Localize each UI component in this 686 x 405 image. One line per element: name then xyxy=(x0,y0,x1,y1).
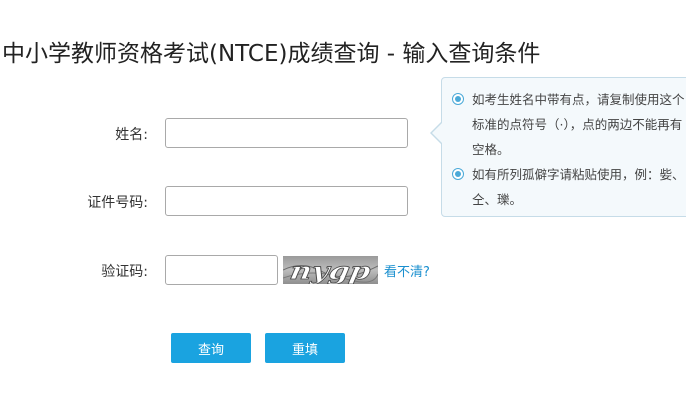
radio-dot-icon xyxy=(452,93,464,105)
id-number-label: 证件号码: xyxy=(87,195,148,211)
captcha-image[interactable]: nygp xyxy=(283,256,378,284)
name-input[interactable] xyxy=(165,118,408,148)
tip-arrow-inner xyxy=(432,123,442,143)
reset-button[interactable]: 重填 xyxy=(265,333,345,363)
tip-text: 如考生姓名中带有点，请复制使用这个标准的点符号（·），点的两边不能再有空格。 xyxy=(472,92,685,157)
captcha-input[interactable] xyxy=(165,255,278,285)
tip-text: 如有所列孤僻字请粘贴使用，例：姕、仝、瓅。 xyxy=(472,167,685,207)
radio-dot-icon xyxy=(452,168,464,180)
tip-item: 如有所列孤僻字请粘贴使用，例：姕、仝、瓅。 xyxy=(452,162,686,212)
svg-text:nygp: nygp xyxy=(288,256,373,284)
name-label: 姓名: xyxy=(115,127,148,143)
captcha-label: 验证码: xyxy=(101,264,148,280)
query-button[interactable]: 查询 xyxy=(171,333,251,363)
captcha-drawing: nygp xyxy=(283,256,378,284)
tip-item: 如考生姓名中带有点，请复制使用这个标准的点符号（·），点的两边不能再有空格。 xyxy=(452,87,686,162)
id-number-input[interactable] xyxy=(165,186,408,216)
page-title: 中小学教师资格考试(NTCE)成绩查询 - 输入查询条件 xyxy=(2,41,541,67)
refresh-captcha-link[interactable]: 看不清? xyxy=(384,261,430,280)
tip-box: 如考生姓名中带有点，请复制使用这个标准的点符号（·），点的两边不能再有空格。 如… xyxy=(441,77,686,217)
